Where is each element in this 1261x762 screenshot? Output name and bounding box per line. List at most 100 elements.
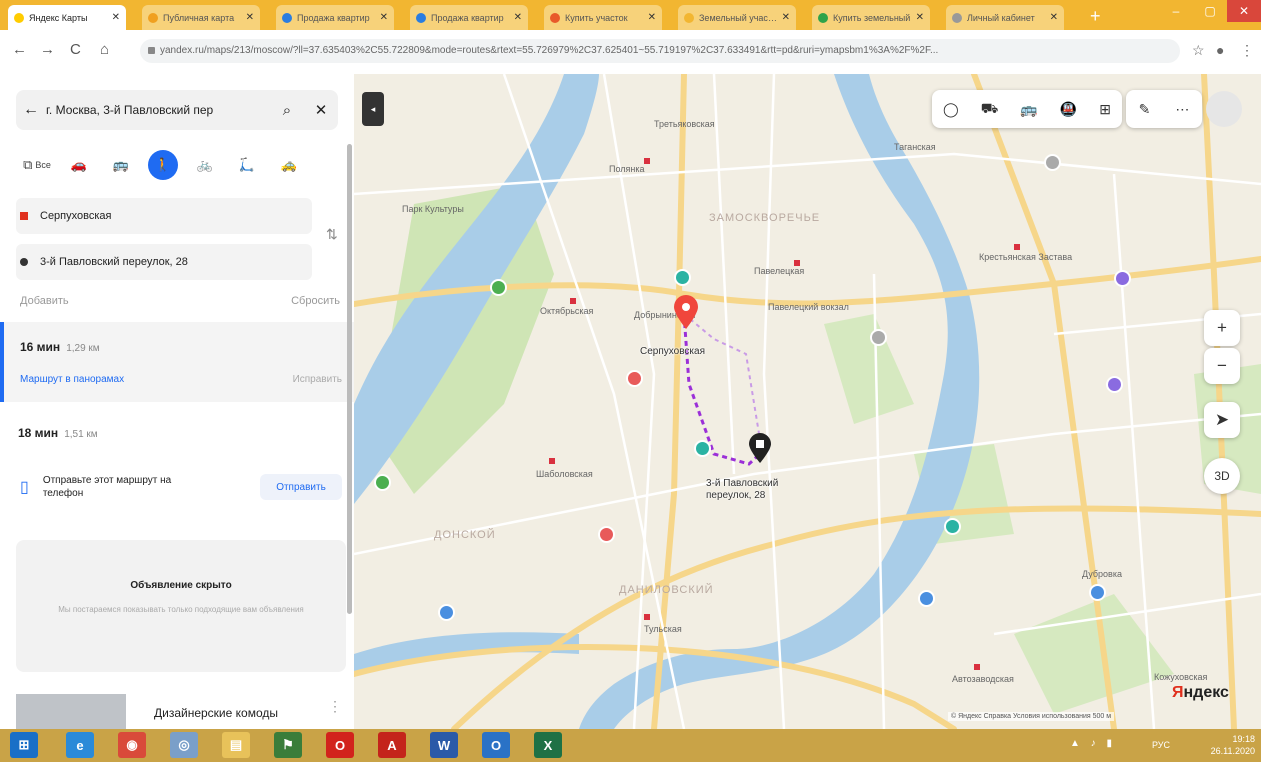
poi-icon[interactable]: [674, 269, 691, 286]
taskbar-explorer-icon[interactable]: ▤: [222, 732, 250, 758]
forward-button[interactable]: →: [40, 41, 55, 58]
3d-view-button[interactable]: 3D: [1204, 458, 1240, 494]
search-input[interactable]: г. Москва, 3-й Павловский пер: [46, 103, 270, 117]
map-layer-tool-icon[interactable]: 🚇: [1060, 101, 1077, 118]
tab-close-icon[interactable]: ✕: [112, 12, 120, 23]
mode-walk-button[interactable]: 🚶: [142, 150, 184, 180]
metro-marker-icon[interactable]: [570, 298, 576, 304]
poi-icon[interactable]: [1089, 584, 1106, 601]
route-origin-field[interactable]: Серпуховская: [16, 198, 312, 234]
poi-icon[interactable]: [870, 329, 887, 346]
tab-close-icon[interactable]: ✕: [380, 12, 388, 23]
more-icon[interactable]: ⋮: [328, 698, 342, 715]
ruler-icon[interactable]: ✎: [1139, 101, 1151, 118]
tab-close-icon[interactable]: ✕: [648, 12, 656, 23]
taskbar-opera-icon[interactable]: O: [326, 732, 354, 758]
poi-icon[interactable]: [944, 518, 961, 535]
back-arrow-icon[interactable]: ←: [16, 101, 46, 119]
promo-item[interactable]: Дизайнерские комоды ⋮: [16, 694, 346, 729]
fix-route-link[interactable]: Исправить: [293, 374, 342, 385]
route-destination-field[interactable]: 3-й Павловский переулок, 28: [16, 244, 312, 280]
poi-icon[interactable]: [1114, 270, 1131, 287]
metro-marker-icon[interactable]: [549, 458, 555, 464]
lock-icon[interactable]: [148, 47, 155, 54]
clock[interactable]: 19:18 26.11.2020: [1211, 733, 1255, 757]
add-waypoint-link[interactable]: Добавить: [20, 295, 69, 307]
search-box[interactable]: ← г. Москва, 3-й Павловский пер ⌕ ✕: [16, 90, 338, 130]
taskbar-excel-icon[interactable]: X: [534, 732, 562, 758]
mode-bike-button[interactable]: 🚲: [184, 150, 226, 180]
tab-close-icon[interactable]: ✕: [246, 12, 254, 23]
send-route-button[interactable]: Отправить: [260, 474, 342, 500]
collapse-panel-button[interactable]: ◂: [362, 92, 384, 126]
poi-icon[interactable]: [438, 604, 455, 621]
metro-marker-icon[interactable]: [794, 260, 800, 266]
browser-tab[interactable]: Личный кабинет ✕: [946, 5, 1064, 30]
route-option-2[interactable]: 18 мин 1,51 км: [0, 414, 354, 454]
browser-tab[interactable]: Продажа квартир ✕: [410, 5, 528, 30]
home-button[interactable]: ⌂: [100, 41, 109, 58]
taskbar-word-icon[interactable]: W: [430, 732, 458, 758]
panorama-route-link[interactable]: Маршрут в панорамах: [20, 374, 124, 385]
metro-marker-icon[interactable]: [644, 158, 650, 164]
mode-transit-button[interactable]: 🚌: [100, 150, 142, 180]
mode-scooter-button[interactable]: 🛴: [226, 150, 268, 180]
metro-marker-icon[interactable]: [974, 664, 980, 670]
taskbar-acrobat-reader-icon[interactable]: ⚑: [274, 732, 302, 758]
system-tray-icons[interactable]: ▲ ♪ ▮: [1070, 738, 1116, 749]
poi-icon[interactable]: [918, 590, 935, 607]
new-tab-button[interactable]: +: [1090, 6, 1101, 27]
locate-me-button[interactable]: ➤: [1204, 402, 1240, 438]
browser-tab[interactable]: Купить участок ✕: [544, 5, 662, 30]
taskbar-start-icon[interactable]: ⊞: [10, 732, 38, 758]
poi-icon[interactable]: [1044, 154, 1061, 171]
mode-car-button[interactable]: 🚗: [58, 150, 100, 180]
reset-route-link[interactable]: Сбросить: [291, 295, 340, 307]
browser-tab[interactable]: Яндекс Карты ✕: [8, 5, 126, 30]
minimize-button[interactable]: –: [1159, 0, 1193, 22]
back-button[interactable]: ←: [12, 41, 27, 58]
browser-tab[interactable]: Продажа квартир ✕: [276, 5, 394, 30]
browser-tab[interactable]: Публичная карта ✕: [142, 5, 260, 30]
browser-tab[interactable]: Купить земельный ✕: [812, 5, 930, 30]
mode-all-button[interactable]: ⧉ Все: [16, 150, 58, 180]
metro-marker-icon[interactable]: [1014, 244, 1020, 250]
mode-taxi-button[interactable]: 🚕: [268, 150, 310, 180]
search-icon[interactable]: ⌕: [270, 102, 304, 119]
map-layer-tool-icon[interactable]: 🚌: [1020, 101, 1037, 118]
zoom-out-button[interactable]: −: [1204, 348, 1240, 384]
origin-pin-icon[interactable]: [672, 294, 700, 330]
poi-icon[interactable]: [694, 440, 711, 457]
park-poi-icon[interactable]: [374, 474, 391, 491]
profile-icon[interactable]: ●: [1216, 42, 1224, 58]
route-option-1[interactable]: 16 мин 1,29 км Маршрут в панорамах Исправ…: [0, 322, 354, 402]
language-indicator[interactable]: РУС: [1152, 740, 1170, 750]
panel-scrollbar[interactable]: [347, 144, 352, 614]
swap-icon[interactable]: ⇅: [326, 226, 338, 243]
url-input[interactable]: yandex.ru/maps/213/moscow/?ll=37.635403%…: [140, 39, 1180, 63]
map-canvas[interactable]: ЗАМОСКВОРЕЧЬЕ ДОНСКОЙ ДАНИЛОВСКИЙ Третья…: [354, 74, 1261, 729]
hospital-poi-icon[interactable]: [626, 370, 643, 387]
metro-marker-icon[interactable]: [644, 614, 650, 620]
taskbar-outlook-icon[interactable]: O: [482, 732, 510, 758]
browser-menu-icon[interactable]: ⋮: [1240, 42, 1254, 59]
close-icon[interactable]: ✕: [304, 101, 338, 119]
taskbar-acrobat-icon[interactable]: A: [378, 732, 406, 758]
hospital-poi-icon[interactable]: [598, 526, 615, 543]
maximize-button[interactable]: ▢: [1193, 0, 1227, 22]
map-layer-tool-icon[interactable]: ⊞: [1099, 101, 1111, 118]
close-window-button[interactable]: ✕: [1227, 0, 1261, 22]
user-avatar[interactable]: [1206, 91, 1242, 127]
reload-button[interactable]: C: [70, 41, 81, 58]
park-poi-icon[interactable]: [490, 279, 507, 296]
map-layer-tool-icon[interactable]: ◯: [943, 101, 959, 118]
zoom-in-button[interactable]: +: [1204, 310, 1240, 346]
taskbar-chrome-icon[interactable]: ◉: [118, 732, 146, 758]
tab-close-icon[interactable]: ✕: [916, 12, 924, 23]
poi-icon[interactable]: [1106, 376, 1123, 393]
tab-close-icon[interactable]: ✕: [782, 12, 790, 23]
map-layer-tool-icon[interactable]: ⛟: [981, 100, 999, 119]
browser-tab[interactable]: Земельный участок ✕: [678, 5, 796, 30]
tab-close-icon[interactable]: ✕: [1050, 12, 1058, 23]
destination-pin-icon[interactable]: [748, 432, 772, 464]
